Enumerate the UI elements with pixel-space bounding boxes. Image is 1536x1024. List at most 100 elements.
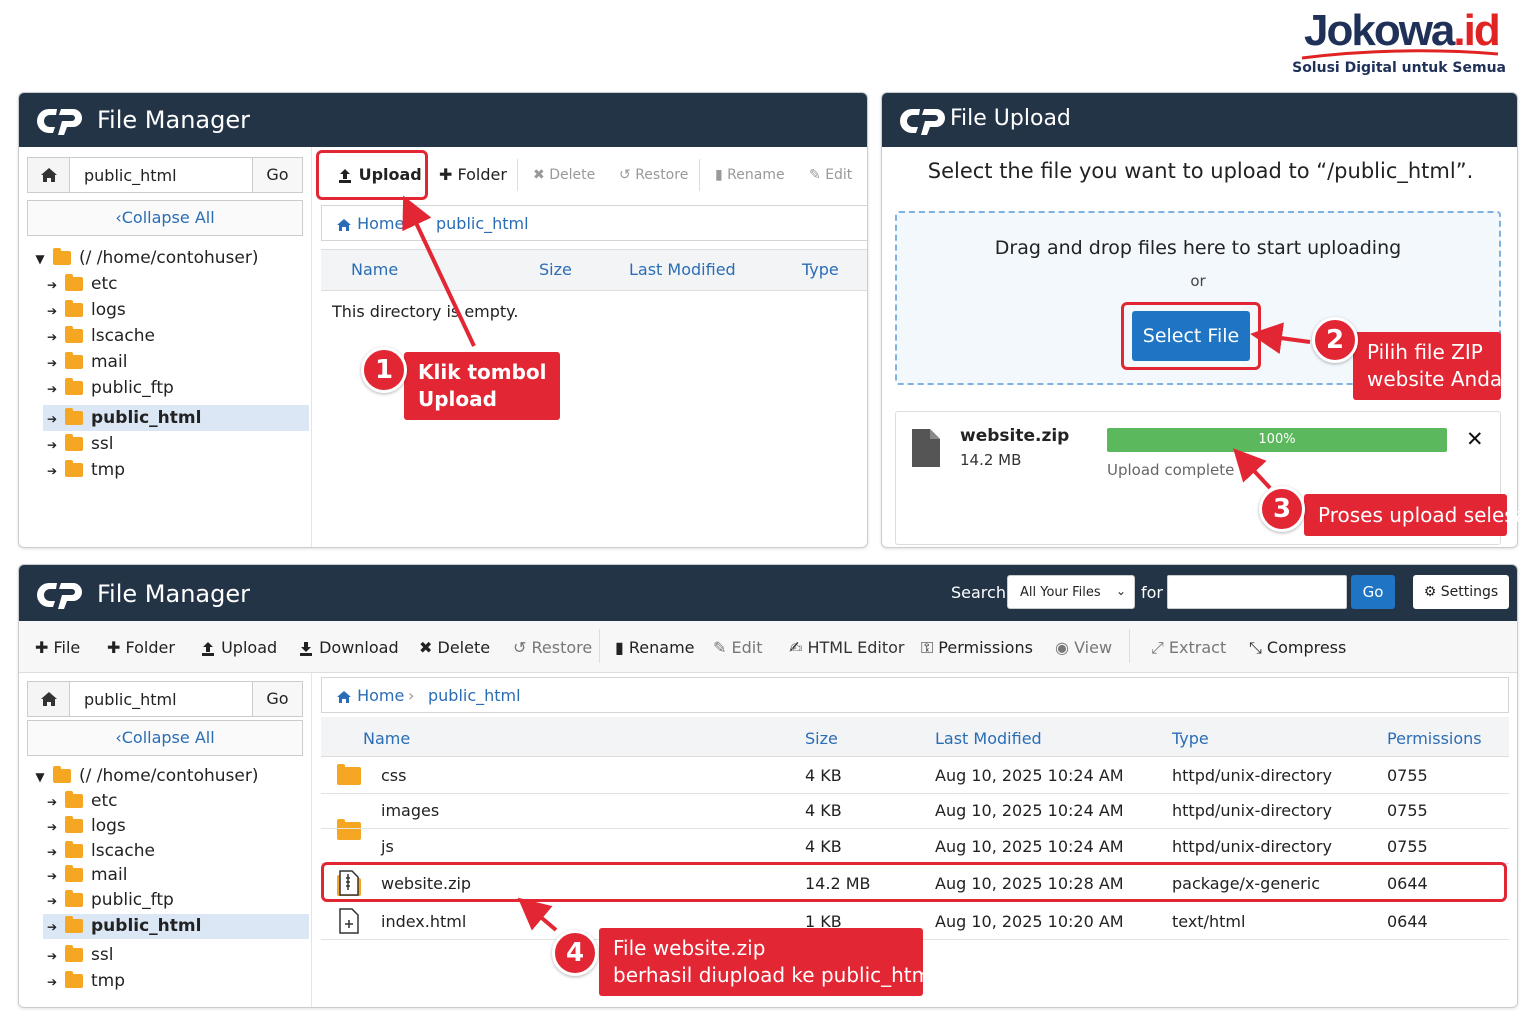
home-folder-icon	[53, 248, 71, 265]
breadcrumb-home[interactable]: Home	[336, 686, 404, 705]
row-type: httpd/unix-directory	[1172, 837, 1332, 856]
callout-step1: Klik tombol Upload	[404, 352, 560, 420]
home-button[interactable]	[28, 682, 70, 716]
tree-item-public-ftp[interactable]: ➔ public_ftp	[43, 890, 174, 914]
row-size: 4 KB	[805, 837, 842, 856]
download-button[interactable]: Download	[298, 638, 399, 657]
extract-button[interactable]: ⤢ Extract	[1151, 638, 1226, 658]
folder-icon	[65, 326, 83, 343]
tree-item-mail[interactable]: ➔ mail	[43, 352, 127, 376]
col-size[interactable]: Size	[539, 260, 572, 279]
col-type[interactable]: Type	[802, 260, 839, 279]
search-scope-select[interactable]: All Your Files ⌄	[1007, 575, 1135, 609]
breadcrumb-current[interactable]: public_html	[436, 214, 529, 233]
row-perms: 0644	[1387, 912, 1428, 931]
view-button[interactable]: ◉ View	[1055, 638, 1112, 657]
path-bar[interactable]: public_html Go	[27, 681, 303, 717]
folder-icon	[65, 460, 83, 477]
restore-button[interactable]: ↺ Restore	[619, 167, 688, 183]
permissions-button[interactable]: ⚿ Permissions	[921, 638, 1033, 658]
tree-item-ssl[interactable]: ➔ ssl	[43, 945, 113, 969]
home-icon	[41, 168, 57, 182]
path-bar[interactable]: public_html Go	[27, 157, 303, 193]
tree-item-etc[interactable]: ➔ etc	[43, 791, 117, 815]
tree-item-lscache[interactable]: ➔ lscache	[43, 326, 155, 350]
html-editor-button[interactable]: ✍ HTML Editor	[789, 638, 904, 657]
new-folder-button[interactable]: ✚ Folder	[107, 638, 175, 657]
delete-button[interactable]: ✖ Delete	[533, 167, 595, 183]
tree-item-logs[interactable]: ➔ logs	[43, 300, 126, 324]
tree-item-public-ftp[interactable]: ➔ public_ftp	[43, 378, 174, 402]
folder-icon	[65, 890, 83, 907]
path-go-button[interactable]: Go	[252, 158, 302, 192]
tree-item-logs[interactable]: ➔ logs	[43, 816, 126, 840]
tree-root[interactable]: ▼ (/ /home/contohuser)	[31, 766, 259, 790]
cpanel-logo-icon	[900, 109, 945, 135]
restore-icon: ↺	[513, 638, 527, 657]
file-icon: ▮	[615, 638, 624, 657]
key-icon: ⚿	[921, 638, 934, 657]
new-folder-button[interactable]: ✚ Folder	[439, 165, 507, 184]
callout-step3: Proses upload selesai	[1304, 494, 1533, 536]
brand-tagline: Solusi Digital untuk Semua	[1292, 60, 1506, 76]
row-name: css	[381, 766, 407, 785]
tree-item-etc[interactable]: ➔ etc	[43, 274, 117, 298]
plus-icon: ✚	[107, 638, 121, 657]
panel-title: File Manager	[97, 106, 250, 134]
col-last-modified[interactable]: Last Modified	[935, 729, 1042, 748]
for-label: for	[1141, 583, 1163, 602]
folder-icon	[337, 819, 361, 840]
search-go-button[interactable]: Go	[1351, 575, 1395, 609]
settings-button[interactable]: ⚙ Settings	[1413, 575, 1509, 609]
breadcrumb-current[interactable]: public_html	[428, 686, 521, 705]
upload-file-size: 14.2 MB	[960, 451, 1022, 469]
tree-item-lscache[interactable]: ➔ lscache	[43, 841, 155, 865]
tree-item-tmp[interactable]: ➔ tmp	[43, 971, 125, 995]
col-name[interactable]: Name	[363, 729, 410, 748]
upload-icon	[202, 641, 214, 656]
path-input[interactable]: public_html	[84, 166, 177, 185]
col-size[interactable]: Size	[805, 729, 838, 748]
home-button[interactable]	[28, 158, 70, 192]
folder-icon	[65, 945, 83, 962]
edit-button[interactable]: ✎ Edit	[809, 167, 852, 183]
close-icon[interactable]: ✕	[1466, 427, 1484, 451]
breadcrumb-separator: ›	[408, 686, 415, 705]
edit-button[interactable]: ✎ Edit	[713, 638, 762, 657]
rename-button[interactable]: ▮ Rename	[715, 167, 785, 183]
callout-step4: File website.zip berhasil diupload ke pub…	[599, 928, 937, 996]
col-type[interactable]: Type	[1172, 729, 1209, 748]
panel-header: File Upload	[882, 93, 1517, 147]
plus-icon: ✚	[35, 638, 49, 657]
tree-item-mail[interactable]: ➔ mail	[43, 865, 127, 889]
tree-item-tmp[interactable]: ➔ tmp	[43, 460, 125, 484]
home-icon	[41, 692, 57, 706]
tree-root[interactable]: ▼ (/ /home/contohuser)	[31, 248, 259, 272]
path-go-button[interactable]: Go	[252, 682, 302, 716]
row-name: index.html	[381, 912, 467, 931]
search-input[interactable]	[1167, 575, 1347, 609]
row-type: httpd/unix-directory	[1172, 766, 1332, 785]
tree-item-public-html[interactable]: ➔ public_html	[43, 405, 309, 431]
tree-item-ssl[interactable]: ➔ ssl	[43, 434, 113, 458]
rename-button[interactable]: ▮ Rename	[615, 638, 695, 657]
restore-button[interactable]: ↺ Restore	[513, 638, 592, 657]
col-permissions[interactable]: Permissions	[1387, 729, 1482, 748]
collapse-all-button[interactable]: ‹Collapse All	[27, 200, 303, 236]
delete-button[interactable]: ✖ Delete	[419, 638, 490, 657]
collapse-all-button[interactable]: ‹Collapse All	[27, 720, 303, 756]
folder-icon	[65, 408, 83, 425]
breadcrumb-home[interactable]: Home	[336, 214, 404, 233]
html-editor-icon: ✍	[789, 638, 803, 657]
compress-button[interactable]: ⤡ Compress	[1249, 638, 1346, 658]
brand-logo: Jokowa.id Solusi Digital untuk Semua	[1292, 6, 1506, 84]
col-last-modified[interactable]: Last Modified	[629, 260, 736, 279]
folder-icon	[65, 274, 83, 291]
col-name[interactable]: Name	[351, 260, 398, 279]
tree-item-public-html[interactable]: ➔ public_html	[43, 914, 309, 939]
folder-icon	[65, 865, 83, 882]
path-input[interactable]: public_html	[84, 690, 177, 709]
pencil-icon: ✎	[809, 167, 821, 183]
new-file-button[interactable]: ✚ File	[35, 638, 80, 657]
upload-button[interactable]: Upload	[200, 638, 277, 657]
